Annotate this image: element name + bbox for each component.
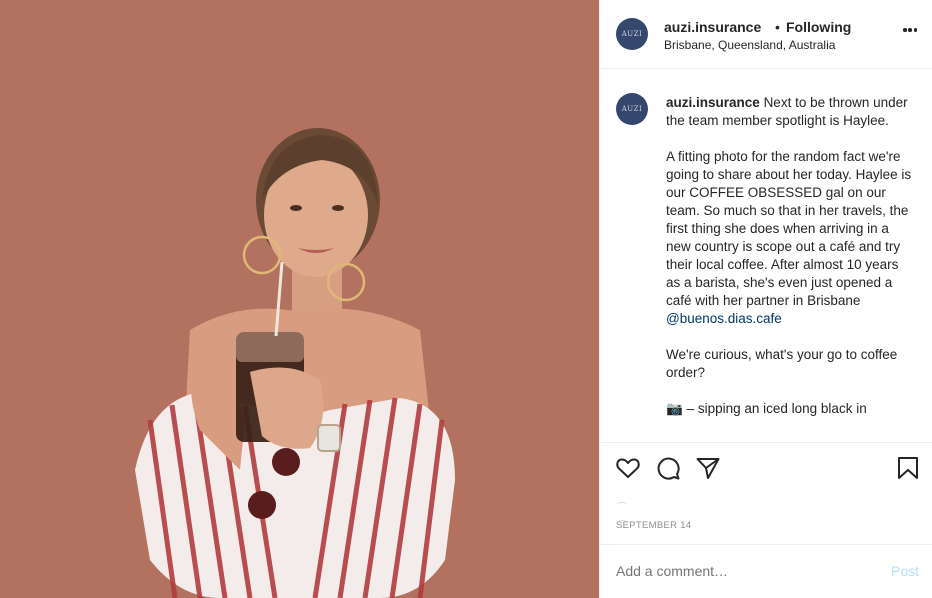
caption-photo-note: – sipping an iced long black in <box>686 401 867 416</box>
more-horizontal-icon[interactable] <box>903 28 917 32</box>
caption-avatar[interactable]: AUZI <box>616 93 648 125</box>
caption-paragraph-3: We're curious, what's your go to coffee … <box>666 347 898 380</box>
avatar-logo-text: AUZI <box>621 30 643 38</box>
comment-bar: Post <box>600 544 932 598</box>
comment-input[interactable] <box>616 563 866 579</box>
share-icon[interactable] <box>695 455 721 481</box>
caption-paragraph-4: 📷 – sipping an iced long black in <box>666 400 916 418</box>
header-separator: • <box>775 19 780 35</box>
post-button[interactable]: Post <box>891 563 919 579</box>
post-header: AUZI auzi.insurance • Following Brisbane… <box>600 0 932 69</box>
post-date[interactable]: SEPTEMBER 14 <box>616 520 691 531</box>
caption-text: auzi.insurance Next to be thrown under t… <box>666 94 916 436</box>
caption-scroll-area[interactable]: AUZI auzi.insurance Next to be thrown un… <box>600 69 932 442</box>
caption-body: A fitting photo for the random fact we'r… <box>666 149 912 308</box>
post-photo[interactable] <box>0 0 599 598</box>
following-button[interactable]: Following <box>786 19 851 35</box>
camera-emoji-icon: 📷 <box>666 401 683 416</box>
header-username[interactable]: auzi.insurance <box>664 19 761 35</box>
comment-icon[interactable] <box>655 455 681 481</box>
instagram-post-modal: AUZI auzi.insurance • Following Brisbane… <box>0 0 932 598</box>
post-location[interactable]: Brisbane, Queensland, Australia <box>664 38 835 52</box>
heart-icon[interactable] <box>615 455 641 481</box>
bookmark-icon[interactable] <box>895 455 921 481</box>
likes-avatars-strip <box>616 496 816 521</box>
caption-avatar-logo-text: AUZI <box>621 105 643 113</box>
profile-avatar[interactable]: AUZI <box>616 18 648 50</box>
caption-paragraph-2: A fitting photo for the random fact we'r… <box>666 148 916 328</box>
caption-username[interactable]: auzi.insurance <box>666 95 760 110</box>
post-side-panel: AUZI auzi.insurance • Following Brisbane… <box>599 0 932 598</box>
mention-link[interactable]: @buenos.dias.cafe <box>666 311 782 326</box>
photo-illustration <box>135 128 455 598</box>
caption-paragraph-1: auzi.insurance Next to be thrown under t… <box>666 94 916 130</box>
action-bar <box>600 442 932 492</box>
